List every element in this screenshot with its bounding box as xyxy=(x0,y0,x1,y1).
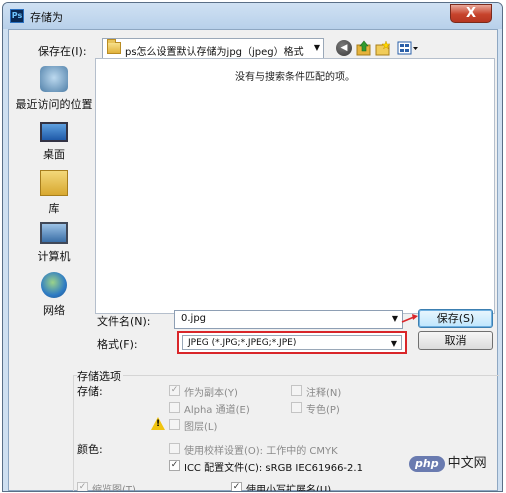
format-value: JPEG (*.JPG;*.JPEG;*.JPE) xyxy=(188,338,297,348)
format-label: 格式(F): xyxy=(97,338,138,351)
place-recent[interactable]: 最近访问的位置 xyxy=(15,66,93,112)
desktop-icon xyxy=(40,122,68,142)
view-menu-icon[interactable] xyxy=(397,40,419,56)
computer-icon xyxy=(40,222,68,244)
save-label: 存储: xyxy=(77,385,103,398)
warning-mark: ! xyxy=(156,419,161,429)
place-library[interactable]: 库 xyxy=(15,170,93,216)
save-button[interactable]: 保存(S) xyxy=(418,309,493,328)
place-desktop[interactable]: 桌面 xyxy=(15,118,93,162)
icc-profile-label: ICC 配置文件(C): sRGB IEC61966-2.1 xyxy=(184,463,363,474)
chevron-down-icon[interactable]: ▼ xyxy=(392,314,398,323)
notes-checkbox[interactable] xyxy=(291,385,302,396)
chevron-down-icon: ▼ xyxy=(313,43,320,52)
cancel-button[interactable]: 取消 xyxy=(418,331,493,350)
back-icon[interactable]: ◀ xyxy=(336,40,352,56)
up-folder-icon[interactable] xyxy=(356,40,372,56)
file-list-view[interactable]: 没有与搜索条件匹配的项。 xyxy=(95,58,495,314)
as-copy-checkbox[interactable]: ✓ xyxy=(169,385,180,396)
group-border xyxy=(73,375,499,491)
save-in-value: ps怎么设置默认存储为jpg（jpeg）格式 xyxy=(125,47,304,58)
alpha-checkbox[interactable] xyxy=(169,402,180,413)
thumbnail-label: 缩览图(T) xyxy=(92,485,136,492)
place-label: 计算机 xyxy=(37,250,71,263)
save-in-dropdown[interactable]: ps怎么设置默认存储为jpg（jpeg）格式 ▼ xyxy=(102,38,324,59)
folder-icon xyxy=(107,39,121,54)
notes-label: 注释(N) xyxy=(306,388,342,399)
filename-value: 0.jpg xyxy=(181,313,207,324)
library-icon xyxy=(40,170,68,196)
chevron-down-icon: ▼ xyxy=(390,339,397,348)
place-computer[interactable]: 计算机 xyxy=(15,222,93,264)
as-copy-label: 作为副本(Y) xyxy=(184,388,238,399)
place-label: 库 xyxy=(48,202,60,215)
save-options-group: 存储选项 存储: ✓ 作为副本(Y) 注释(N) Alpha 通道(E) 专色(… xyxy=(69,365,499,492)
php-logo: php xyxy=(409,456,445,472)
close-button[interactable]: X xyxy=(450,4,492,23)
filename-label: 文件名(N): xyxy=(97,315,151,328)
red-arrow-annotation xyxy=(401,314,418,323)
title-bar[interactable]: Ps 存储为 X xyxy=(3,3,502,29)
save-as-dialog-window: Ps 存储为 X 保存在(I): ps怎么设置默认存储为jpg（jpeg）格式 … xyxy=(2,2,503,492)
spot-color-label: 专色(P) xyxy=(306,405,340,416)
place-label: 最近访问的位置 xyxy=(15,98,93,111)
new-folder-icon[interactable] xyxy=(375,40,391,56)
watermark-text: 中文网 xyxy=(447,456,487,471)
php-cn-watermark: php 中文网 xyxy=(409,452,487,472)
color-label: 颜色: xyxy=(77,443,103,456)
format-dropdown[interactable]: JPEG (*.JPG;*.JPEG;*.JPE) ▼ xyxy=(182,335,402,350)
layers-checkbox[interactable] xyxy=(169,419,180,430)
proof-setup-checkbox[interactable] xyxy=(169,443,180,454)
dialog-body: 保存在(I): ps怎么设置默认存储为jpg（jpeg）格式 ▼ ◀ 最近访问的… xyxy=(8,29,499,492)
save-in-label: 保存在(I): xyxy=(38,45,87,58)
window-title: 存储为 xyxy=(30,11,63,24)
empty-message: 没有与搜索条件匹配的项。 xyxy=(235,72,355,83)
photoshop-app-icon: Ps xyxy=(10,9,24,23)
filename-input[interactable]: 0.jpg ▼ xyxy=(174,310,403,329)
icc-profile-checkbox[interactable]: ✓ xyxy=(169,460,180,471)
alpha-label: Alpha 通道(E) xyxy=(184,405,250,416)
layers-label: 图层(L) xyxy=(184,422,218,433)
lowercase-extension-label: 使用小写扩展名(U) xyxy=(246,485,332,492)
recent-places-icon xyxy=(40,66,68,92)
thumbnail-checkbox[interactable]: ✓ xyxy=(77,482,88,491)
options-title: 存储选项 xyxy=(77,368,123,384)
spot-color-checkbox[interactable] xyxy=(291,402,302,413)
place-label: 网络 xyxy=(43,304,65,317)
network-icon xyxy=(41,272,67,298)
proof-setup-label: 使用校样设置(O): 工作中的 CMYK xyxy=(184,446,338,457)
place-network[interactable]: 网络 xyxy=(15,272,93,318)
places-bar: 最近访问的位置 桌面 库 计算机 网络 xyxy=(15,64,93,317)
lowercase-extension-checkbox[interactable]: ✓ xyxy=(231,482,242,491)
format-dropdown-highlighted[interactable]: JPEG (*.JPG;*.JPEG;*.JPE) ▼ xyxy=(177,331,407,354)
place-label: 桌面 xyxy=(43,148,65,161)
